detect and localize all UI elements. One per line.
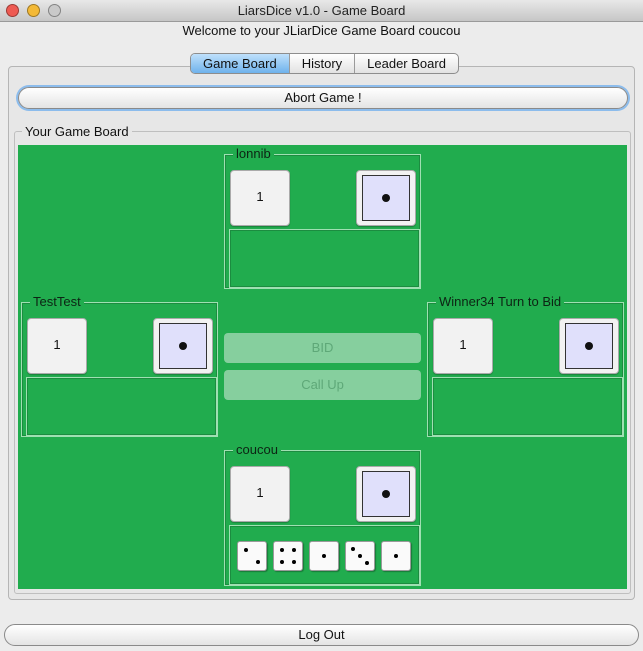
player-name: lonnib [233,146,274,162]
player-panel-right: Winner34 Turn to Bid 1 [427,294,624,437]
title-bar: LiarsDice v1.0 - Game Board [0,0,643,22]
tab-history[interactable]: History [290,54,356,73]
my-dice-area [229,525,420,585]
bid-face-button[interactable] [559,318,619,374]
log-out-button[interactable]: Log Out [4,624,639,646]
player-name: TestTest [30,294,84,310]
player-panel-left: TestTest 1 [21,294,218,437]
minimize-icon[interactable] [27,4,40,17]
player-name: coucou [233,442,281,458]
die-icon [345,541,375,571]
player-panel-top: lonnib 1 [224,146,421,289]
bid-face-button[interactable] [356,170,416,226]
dice-area [432,377,623,436]
die-icon [565,323,613,369]
die-icon [159,323,207,369]
game-board-legend: Your Game Board [22,124,132,139]
dice-area [229,229,420,288]
tab-game-board[interactable]: Game Board [191,54,290,73]
abort-game-button[interactable]: Abort Game ! [18,87,628,109]
bid-count: 1 [27,318,87,374]
die-icon [273,541,303,571]
bid-button[interactable]: BID [224,333,421,363]
bid-count: 1 [230,170,290,226]
window-title: LiarsDice v1.0 - Game Board [237,3,406,18]
bid-face-button[interactable] [153,318,213,374]
die-icon [362,175,410,221]
bid-count: 1 [433,318,493,374]
welcome-text: Welcome to your JLiarDice Game Board cou… [182,23,461,38]
die-icon [381,541,411,571]
tab-bar: Game Board History Leader Board [190,53,459,74]
close-icon[interactable] [6,4,19,17]
call-up-button[interactable]: Call Up [224,370,421,400]
die-icon [309,541,339,571]
die-icon [237,541,267,571]
zoom-icon[interactable] [48,4,61,17]
player-panel-bottom: coucou 1 [224,442,421,586]
tab-leader-board[interactable]: Leader Board [355,54,458,73]
bid-count: 1 [230,466,290,522]
die-icon [362,471,410,517]
player-name: Winner34 Turn to Bid [436,294,565,310]
bid-face-button[interactable] [356,466,416,522]
dice-area [26,377,217,436]
